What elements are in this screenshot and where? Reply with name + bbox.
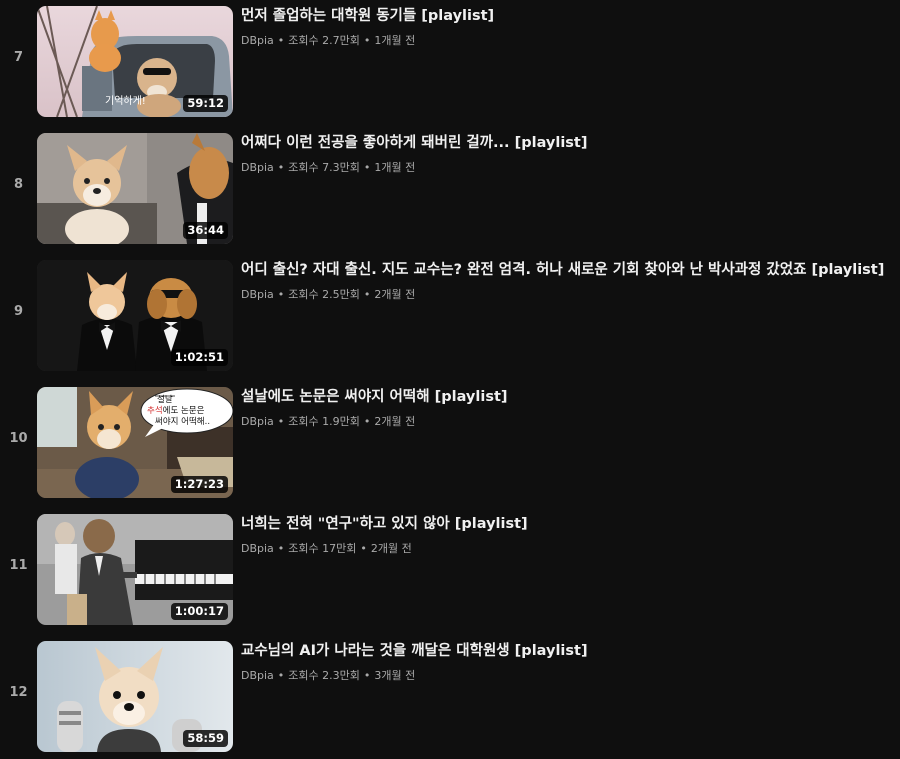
upload-age: 2개월 전: [374, 415, 416, 428]
item-index: 10: [9, 431, 28, 446]
video-thumbnail[interactable]: 1:02:51: [37, 260, 233, 371]
duration-badge: 58:59: [183, 730, 228, 747]
duration-badge: 1:02:51: [170, 349, 228, 366]
meta-separator: •: [363, 34, 371, 47]
video-title[interactable]: 설날에도 논문은 써야지 어떡해 [playlist]: [241, 387, 900, 407]
playlist-video-list: 7 기억하게! 59:12 먼저 졸업하는 대학원 동기들 [playlist]…: [0, 0, 900, 759]
meta-separator: •: [360, 542, 367, 555]
bubble-line-2b: 에도 논문은: [163, 406, 205, 416]
duration-badge: 1:27:23: [170, 476, 228, 493]
thumbnail-caption: 기억하게!: [105, 94, 146, 107]
video-title[interactable]: 어디 출신? 자대 출신. 지도 교수는? 완전 엄격. 허나 새로운 기회 찾…: [241, 260, 900, 280]
video-title[interactable]: 너희는 전혀 "연구"하고 있지 않아 [playlist]: [241, 514, 900, 534]
playlist-item[interactable]: 12 58:59 교수님의 AI가 나라는 것을 깨달은 대학원생 [playl…: [0, 641, 900, 753]
video-meta: DBpia • 조회수 2.3만회 • 3개월 전: [241, 669, 900, 683]
meta-separator: •: [277, 669, 285, 682]
video-meta: DBpia • 조회수 17만회 • 2개월 전: [241, 542, 900, 556]
playlist-item[interactable]: 11 1:00:17 너희는 전혀 "연구"하고 있지 않아 [playlist…: [0, 514, 900, 626]
channel-name[interactable]: DBpia: [241, 415, 274, 428]
item-index: 11: [9, 558, 28, 573]
playlist-item[interactable]: 7 기억하게! 59:12 먼저 졸업하는 대학원 동기들 [playlist]…: [0, 6, 900, 118]
video-thumbnail[interactable]: 58:59: [37, 641, 233, 752]
playlist-item[interactable]: 8 36:44 어쩌다 이런 전공을 좋아하게 돼버린 걸까... [playl…: [0, 133, 900, 245]
item-index: 8: [13, 177, 24, 192]
video-meta: DBpia • 조회수 1.9만회 • 2개월 전: [241, 415, 900, 429]
bubble-line-3: 써야지 어떡해..: [155, 416, 210, 427]
video-info: 먼저 졸업하는 대학원 동기들 [playlist] DBpia • 조회수 2.7…: [241, 6, 900, 48]
video-title[interactable]: 어쩌다 이런 전공을 좋아하게 돼버린 걸까... [playlist]: [241, 133, 900, 153]
view-count: 조회수 1.9만회: [288, 415, 360, 428]
view-count: 조회수 2.7만회: [288, 34, 360, 47]
video-meta: DBpia • 조회수 2.7만회 • 1개월 전: [241, 34, 900, 48]
video-meta: DBpia • 조회수 2.5만회 • 2개월 전: [241, 288, 900, 302]
channel-name[interactable]: DBpia: [241, 288, 274, 301]
meta-separator: •: [363, 669, 371, 682]
meta-separator: •: [277, 288, 285, 301]
video-title[interactable]: 교수님의 AI가 나라는 것을 깨달은 대학원생 [playlist]: [241, 641, 900, 661]
meta-separator: •: [277, 34, 285, 47]
meta-separator: •: [363, 161, 371, 174]
view-count: 조회수 7.3만회: [288, 161, 360, 174]
item-index: 7: [13, 50, 24, 65]
channel-name[interactable]: DBpia: [241, 669, 274, 682]
view-count: 조회수 2.3만회: [288, 669, 360, 682]
video-info: 너희는 전혀 "연구"하고 있지 않아 [playlist] DBpia • 조회수…: [241, 514, 900, 556]
upload-age: 3개월 전: [374, 669, 416, 682]
upload-age: 1개월 전: [374, 161, 416, 174]
meta-separator: •: [363, 288, 371, 301]
video-thumbnail[interactable]: 설날 추석에도 논문은 써야지 어떡해.. 1:27:23: [37, 387, 233, 498]
channel-name[interactable]: DBpia: [241, 542, 274, 555]
channel-name[interactable]: DBpia: [241, 34, 274, 47]
duration-badge: 36:44: [183, 222, 228, 239]
video-thumbnail[interactable]: 36:44: [37, 133, 233, 244]
video-thumbnail[interactable]: 기억하게! 59:12: [37, 6, 233, 117]
upload-age: 2개월 전: [374, 288, 416, 301]
svg-text:추석에도 논문은: 추석에도 논문은: [147, 405, 205, 416]
video-info: 어쩌다 이런 전공을 좋아하게 돼버린 걸까... [playlist] DBp…: [241, 133, 900, 175]
meta-separator: •: [277, 161, 285, 174]
duration-badge: 1:00:17: [170, 603, 228, 620]
meta-separator: •: [277, 542, 285, 555]
item-index: 12: [9, 685, 28, 700]
upload-age: 1개월 전: [374, 34, 416, 47]
meta-separator: •: [277, 415, 285, 428]
playlist-item[interactable]: 10 설날 추석에도 논문은 써야지 어떡해.. 1:27:23 설날에도 논문…: [0, 387, 900, 499]
video-info: 설날에도 논문은 써야지 어떡해 [playlist] DBpia • 조회수 1.…: [241, 387, 900, 429]
channel-name[interactable]: DBpia: [241, 161, 274, 174]
meta-separator: •: [363, 415, 371, 428]
view-count: 조회수 2.5만회: [288, 288, 360, 301]
bubble-line-2a: 추석: [147, 405, 163, 416]
video-thumbnail[interactable]: 1:00:17: [37, 514, 233, 625]
item-index: 9: [13, 304, 24, 319]
duration-badge: 59:12: [183, 95, 228, 112]
video-title[interactable]: 먼저 졸업하는 대학원 동기들 [playlist]: [241, 6, 900, 26]
playlist-item[interactable]: 9 1:02:51 어디 출신? 자대 출신. 지도 교수는? 완전 엄격. 허…: [0, 260, 900, 372]
video-info: 어디 출신? 자대 출신. 지도 교수는? 완전 엄격. 허나 새로운 기회 찾…: [241, 260, 900, 302]
view-count: 조회수 17만회: [288, 542, 357, 555]
upload-age: 2개월 전: [370, 542, 412, 555]
video-info: 교수님의 AI가 나라는 것을 깨달은 대학원생 [playlist] DBpi…: [241, 641, 900, 683]
video-meta: DBpia • 조회수 7.3만회 • 1개월 전: [241, 161, 900, 175]
